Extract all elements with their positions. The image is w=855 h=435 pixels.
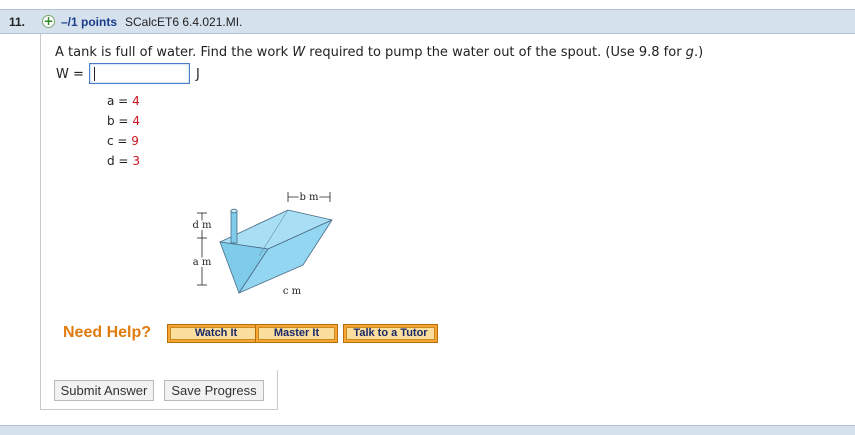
need-help-title: Need Help? (63, 324, 152, 341)
variable-value: 4 (132, 114, 140, 128)
variable-label: a = (107, 94, 129, 108)
talk-to-tutor-label: Talk to a Tutor (346, 327, 435, 340)
prompt-text-mid: required to pump the water out of the sp… (305, 45, 686, 60)
text-caret (94, 67, 95, 81)
c-label: c m (283, 286, 302, 297)
spout (230, 208, 238, 244)
save-progress-button[interactable]: Save Progress (164, 380, 264, 401)
variable-label: c = (107, 134, 128, 148)
variable-a: a = 4 (107, 94, 140, 108)
watch-it-button[interactable]: Watch It (167, 324, 265, 343)
prompt-text-end: .) (693, 45, 704, 60)
talk-to-tutor-button[interactable]: Talk to a Tutor (343, 324, 438, 343)
d-label: d m (192, 220, 212, 231)
next-question-header (0, 425, 855, 435)
variable-value: 4 (132, 94, 140, 108)
variable-b: b = 4 (107, 114, 140, 128)
variable-label: d = (107, 154, 129, 168)
prompt-text: A tank is full of water. Find the work (55, 45, 293, 60)
question-number: 11. (9, 15, 26, 29)
answer-unit: J (196, 67, 200, 82)
course-code: SCalcET6 6.4.021.MI. (125, 15, 243, 29)
tank-diagram: b m b m d m d m a m a m c m (190, 190, 333, 297)
prompt-variable-w: W (292, 45, 306, 60)
b-label: b m (299, 192, 319, 203)
a-label: a m (193, 257, 212, 268)
prompt-variable-g: g (685, 45, 694, 60)
master-it-label: Master It (258, 327, 335, 340)
variable-c: c = 9 (107, 134, 139, 148)
variable-value: 9 (131, 134, 139, 148)
submit-answer-button[interactable]: Submit Answer (54, 380, 154, 401)
master-it-button[interactable]: Master It (255, 324, 338, 343)
points-label[interactable]: –/1 points (61, 15, 117, 29)
question-header: 11. + –/1 points SCalcET6 6.4.021.MI. (0, 9, 855, 34)
expand-plus-icon[interactable]: + (42, 15, 55, 28)
question-body (40, 34, 855, 410)
answer-label: W = (56, 67, 84, 82)
answer-input[interactable] (89, 63, 190, 84)
watch-it-label: Watch It (170, 327, 262, 340)
variable-value: 3 (132, 154, 140, 168)
variable-label: b = (107, 114, 129, 128)
question-prompt: A tank is full of water. Find the work W… (55, 45, 703, 60)
variable-d: d = 3 (107, 154, 140, 168)
